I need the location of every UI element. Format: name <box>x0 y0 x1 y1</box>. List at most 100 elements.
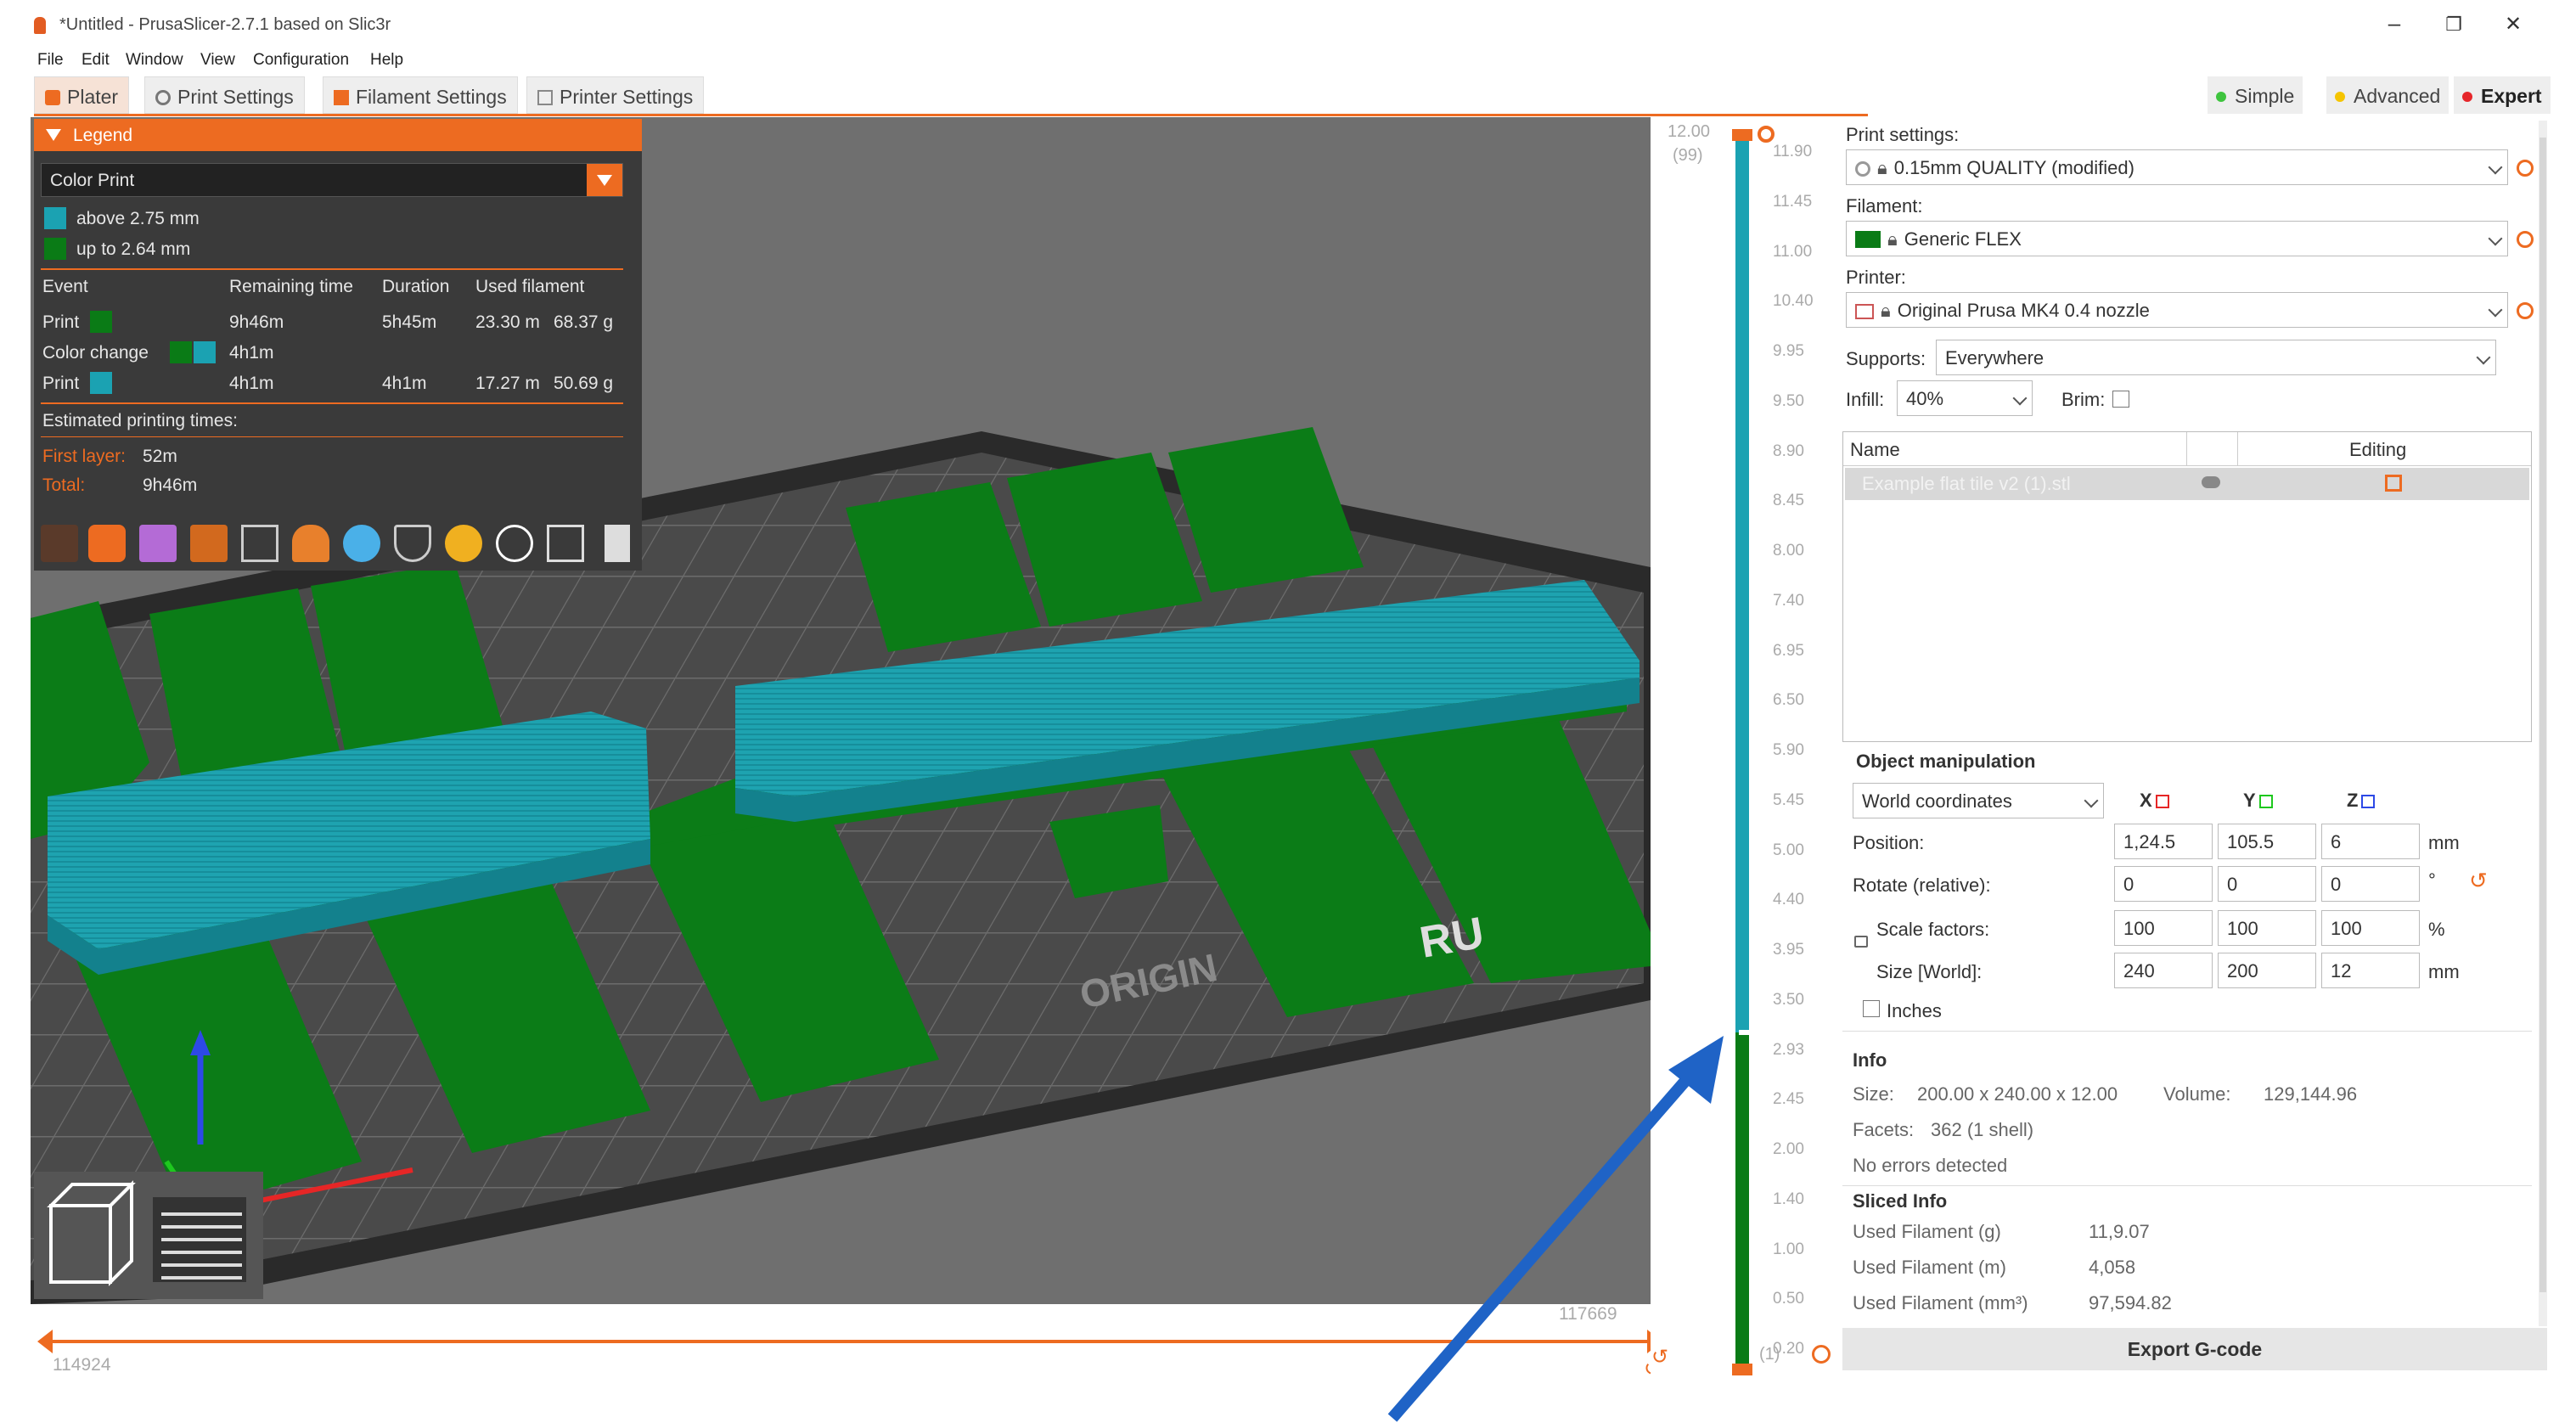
lock-icon: 🔒︎ <box>1887 228 1898 250</box>
object-manipulation-title: Object manipulation <box>1856 751 2036 772</box>
reset-rotation-icon[interactable]: ↺ <box>2469 868 2488 894</box>
printer-select[interactable]: 🔒︎ Original Prusa MK4 0.4 nozzle <box>1846 292 2508 328</box>
supports-value: Everywhere <box>1945 347 2044 368</box>
export-gcode-button[interactable]: Export G-code <box>1842 1328 2547 1370</box>
overhang-perimeter-icon[interactable] <box>139 525 177 562</box>
vslider-tick-label: 6.50 <box>1773 691 1804 710</box>
3d-view-cube-icon[interactable] <box>47 1180 136 1286</box>
rotate-y-input[interactable]: 0 <box>2218 866 2316 902</box>
position-y-input[interactable]: 105.5 <box>2218 824 2316 859</box>
size-y-input[interactable]: 200 <box>2218 953 2316 988</box>
rotate-x-input[interactable]: 0 <box>2114 866 2213 902</box>
gear-icon <box>1855 161 1870 177</box>
inches-checkbox[interactable] <box>1863 1000 1880 1017</box>
solid-infill-icon[interactable] <box>241 525 278 562</box>
menu-view[interactable]: View <box>200 51 235 70</box>
hourglass-icon[interactable] <box>394 525 431 562</box>
add-color-change-icon[interactable] <box>1758 126 1775 143</box>
external-perimeter-icon[interactable] <box>88 525 126 562</box>
top-solid-infill-icon[interactable] <box>292 525 329 562</box>
col-remaining: Remaining time <box>229 277 353 296</box>
vslider-lower-thumb[interactable] <box>1732 1364 1752 1375</box>
rotate-z-input[interactable]: 0 <box>2321 866 2420 902</box>
object-row[interactable]: Example flat tile v2 (1).stl <box>1845 468 2529 500</box>
mode-advanced-button[interactable]: Advanced <box>2326 76 2449 114</box>
perimeter-icon[interactable] <box>41 525 78 562</box>
seam-icon[interactable] <box>496 525 533 562</box>
mode-expert-button[interactable]: Expert <box>2454 76 2551 114</box>
y-axis-drop-icon[interactable] <box>2258 795 2273 808</box>
internal-infill-icon[interactable] <box>190 525 228 562</box>
scale-x-input[interactable]: 100 <box>2114 910 2213 946</box>
eye-icon[interactable] <box>2202 476 2220 488</box>
tab-plater[interactable]: Plater <box>34 76 130 114</box>
size-z-input[interactable]: 12 <box>2321 953 2420 988</box>
export-arrow-icon[interactable] <box>605 525 630 562</box>
row1-length: 23.30 m <box>475 312 540 332</box>
position-z-input[interactable]: 6 <box>2321 824 2420 859</box>
close-button[interactable]: ✕ <box>2496 12 2530 37</box>
maximize-button[interactable]: ❐ <box>2437 14 2471 36</box>
infill-select[interactable]: 40% <box>1897 380 2033 416</box>
total-time-label: Total: <box>42 475 86 495</box>
hslider-lower-thumb[interactable] <box>37 1330 53 1353</box>
col-event: Event <box>42 277 88 296</box>
supports-select[interactable]: Everywhere <box>1936 340 2496 375</box>
print-settings-edit-icon[interactable] <box>2517 160 2534 177</box>
filament-color-swatch <box>1855 231 1881 248</box>
vslider-top-value: 12.00 <box>1668 122 1711 141</box>
tool-change-icon[interactable] <box>445 525 482 562</box>
panel-scrollbar[interactable] <box>2539 121 2547 1326</box>
vslider-tick-label: 1.00 <box>1773 1240 1804 1258</box>
view-type-select[interactable]: Color Print <box>41 163 623 197</box>
menu-window[interactable]: Window <box>126 51 183 70</box>
minimize-button[interactable]: – <box>2377 10 2411 37</box>
tab-filament-settings[interactable]: Filament Settings <box>323 76 518 114</box>
filament-edit-icon[interactable] <box>2517 231 2534 248</box>
z-axis-drop-icon[interactable] <box>2361 795 2376 808</box>
menu-configuration[interactable]: Configuration <box>253 51 349 70</box>
tab-print-settings[interactable]: Print Settings <box>144 76 305 114</box>
vslider-top-layer: (99) <box>1673 146 1703 165</box>
tab-bar: Plater Print Settings Filament Settings … <box>34 76 2573 114</box>
col-duration: Duration <box>382 277 450 296</box>
x-axis-drop-icon[interactable] <box>2155 795 2169 808</box>
menu-edit[interactable]: Edit <box>82 51 110 70</box>
filament-select[interactable]: 🔒︎ Generic FLEX <box>1846 221 2508 256</box>
chevron-down-icon <box>2488 231 2503 246</box>
filament-value: Generic FLEX <box>1904 228 2022 250</box>
coordinate-system-value: World coordinates <box>1862 790 2012 812</box>
app-logo-icon <box>34 17 46 34</box>
size-x-input[interactable]: 240 <box>2114 953 2213 988</box>
color-change-tick[interactable] <box>1739 1029 1758 1035</box>
row3-length: 17.27 m <box>475 374 540 393</box>
menu-help[interactable]: Help <box>370 51 403 70</box>
printer-edit-icon[interactable] <box>2517 302 2534 319</box>
tab-printer-settings[interactable]: Printer Settings <box>526 76 705 114</box>
vslider-settings-icon[interactable] <box>1812 1345 1831 1364</box>
mode-simple-button[interactable]: Simple <box>2208 76 2303 114</box>
menu-file[interactable]: File <box>37 51 64 70</box>
brim-checkbox[interactable] <box>2112 391 2129 408</box>
scale-y-input[interactable]: 100 <box>2218 910 2316 946</box>
object-list[interactable]: Name Editing Example flat tile v2 (1).st… <box>1842 431 2532 742</box>
legend-header[interactable]: Legend <box>34 119 642 151</box>
edit-icon[interactable] <box>2385 475 2402 492</box>
legend-title: Legend <box>73 126 133 145</box>
lock-scale-icon[interactable] <box>1854 936 1868 948</box>
coordinate-system-select[interactable]: World coordinates <box>1853 783 2104 818</box>
scale-z-input[interactable]: 100 <box>2321 910 2420 946</box>
axis-x-label: X <box>2140 790 2169 812</box>
legend-panel: Legend Color Print above 2.75 mm up to 2… <box>34 119 642 571</box>
simple-dot-icon <box>2216 92 2226 102</box>
axis-y-text: Y <box>2243 790 2256 811</box>
position-x-input[interactable]: 1,24.5 <box>2114 824 2213 859</box>
print-settings-select[interactable]: 🔒︎ 0.15mm QUALITY (modified) <box>1846 149 2508 185</box>
cube-outline-icon[interactable] <box>547 525 584 562</box>
chevron-down-icon <box>2488 302 2503 318</box>
used-filament-m-value: 4,058 <box>2089 1257 2136 1278</box>
layers-view-icon[interactable] <box>153 1197 246 1282</box>
scrollbar-thumb[interactable] <box>2539 138 2546 1292</box>
color-wheel-icon[interactable] <box>343 525 380 562</box>
vslider-upper-thumb[interactable] <box>1732 129 1752 141</box>
